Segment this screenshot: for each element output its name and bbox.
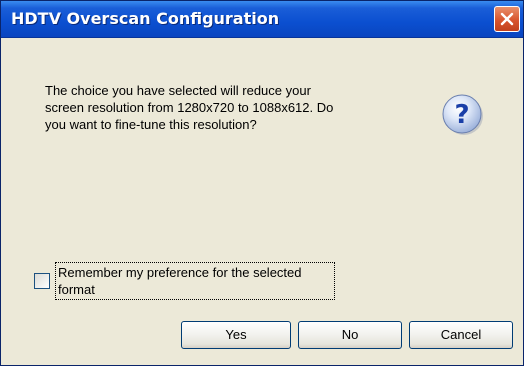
- yes-button[interactable]: Yes: [181, 321, 291, 349]
- close-button[interactable]: [494, 6, 520, 32]
- checkbox-label-line: format: [58, 282, 95, 297]
- message-line: The choice you have selected will reduce…: [45, 83, 311, 98]
- message-line: screen resolution from 1280x720 to 1088x…: [45, 100, 334, 115]
- title-bar[interactable]: HDTV Overscan Configuration: [1, 1, 523, 38]
- message-line: you want to fine-tune this resolution?: [45, 117, 257, 132]
- dialog-window: HDTV Overscan Configuration The choice y…: [0, 0, 524, 366]
- remember-preference-label[interactable]: Remember my preference for the selected …: [55, 262, 335, 300]
- cancel-button[interactable]: Cancel: [409, 321, 513, 349]
- checkbox-label-line: Remember my preference for the selected: [58, 265, 302, 280]
- close-icon: [500, 12, 514, 26]
- question-icon: ?: [442, 94, 483, 135]
- dialog-message: The choice you have selected will reduce…: [45, 82, 405, 133]
- svg-text:?: ?: [454, 100, 469, 130]
- remember-preference-checkbox[interactable]: [34, 273, 50, 289]
- window-title: HDTV Overscan Configuration: [11, 9, 280, 28]
- no-button[interactable]: No: [298, 321, 402, 349]
